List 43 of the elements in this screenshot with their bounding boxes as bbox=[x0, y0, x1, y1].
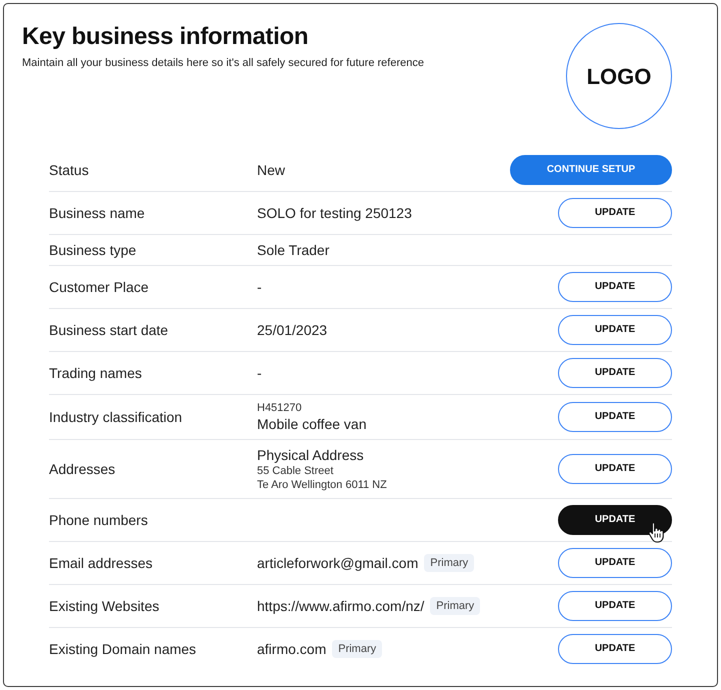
row-value: 25/01/2023 bbox=[257, 321, 328, 339]
row-value: New bbox=[257, 161, 286, 179]
update-button[interactable]: UPDATE bbox=[558, 505, 672, 535]
row-label: Email addresses bbox=[49, 554, 152, 572]
address-line: Te Aro Wellington 6011 NZ bbox=[257, 478, 387, 492]
row-value: https://www.afirmo.com/nz/ bbox=[257, 597, 424, 615]
update-button[interactable]: UPDATE bbox=[558, 548, 672, 578]
row-label: Phone numbers bbox=[49, 511, 148, 529]
row-value: SOLO for testing 250123 bbox=[257, 204, 412, 222]
update-button[interactable]: UPDATE bbox=[558, 634, 672, 664]
row-value: - bbox=[257, 364, 262, 382]
page-subtitle: Maintain all your business details here so it's all safely secured for future reference bbox=[22, 56, 424, 70]
update-button[interactable]: UPDATE bbox=[558, 272, 672, 302]
row-value: Sole Trader bbox=[257, 241, 330, 259]
row-label: Industry classification bbox=[49, 408, 182, 426]
row-label: Existing Websites bbox=[49, 597, 160, 615]
row-value: afirmo.com bbox=[257, 640, 326, 658]
row-label: Business type bbox=[49, 241, 136, 259]
update-button[interactable]: UPDATE bbox=[558, 198, 672, 228]
update-button[interactable]: UPDATE bbox=[558, 454, 672, 484]
update-button[interactable]: UPDATE bbox=[558, 315, 672, 345]
logo-upload-button[interactable]: LOGO bbox=[566, 23, 672, 129]
row-label: Customer Place bbox=[49, 278, 149, 296]
row-value: Mobile coffee van bbox=[257, 415, 366, 433]
primary-badge: Primary bbox=[430, 597, 480, 615]
row-label: Existing Domain names bbox=[49, 640, 196, 658]
row-value: articleforwork@gmail.com bbox=[257, 554, 418, 572]
address-title: Physical Address bbox=[257, 446, 364, 464]
primary-badge: Primary bbox=[424, 554, 474, 572]
row-label: Business name bbox=[49, 204, 145, 222]
setup-button[interactable]: CONTINUE SETUP bbox=[510, 155, 672, 185]
page-title: Key business information bbox=[22, 22, 308, 52]
address-line: 55 Cable Street bbox=[257, 464, 334, 478]
row-label: Addresses bbox=[49, 460, 116, 478]
row-label: Business start date bbox=[49, 321, 168, 339]
update-button[interactable]: UPDATE bbox=[558, 358, 672, 388]
row-label: Status bbox=[49, 161, 89, 179]
primary-badge: Primary bbox=[332, 640, 382, 658]
update-button[interactable]: UPDATE bbox=[558, 402, 672, 432]
row-label: Trading names bbox=[49, 364, 142, 382]
classification-code: H451270 bbox=[257, 401, 302, 415]
row-value: - bbox=[257, 278, 262, 296]
update-button[interactable]: UPDATE bbox=[558, 591, 672, 621]
